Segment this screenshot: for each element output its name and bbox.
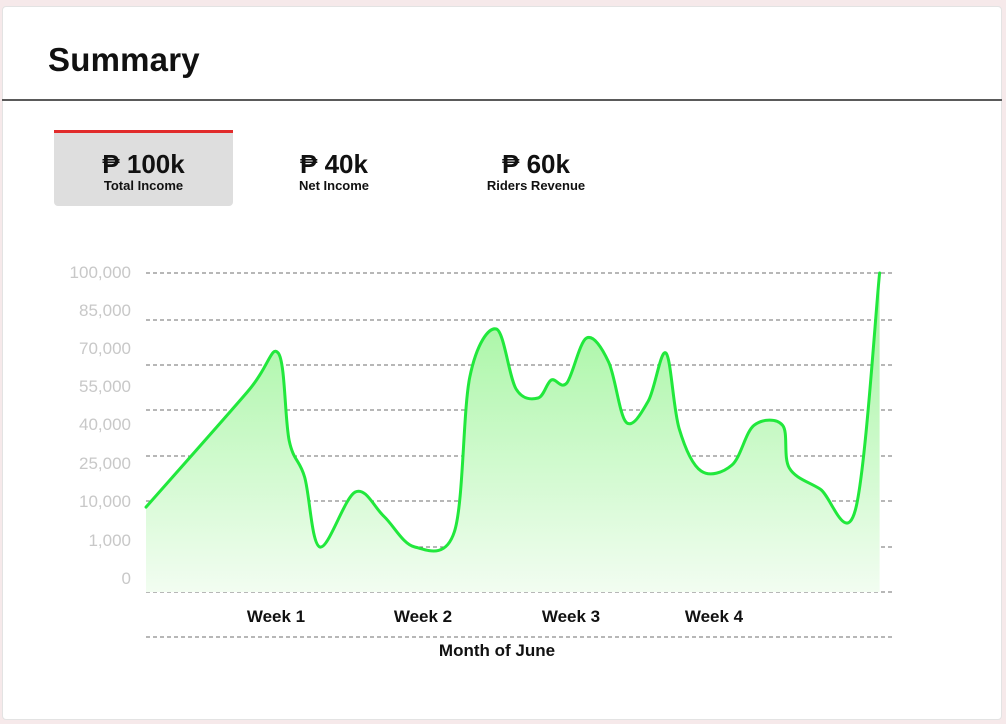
y-tick-label: 55,000 — [79, 377, 131, 396]
y-tick-label: 70,000 — [79, 339, 131, 358]
y-tick-label: 10,000 — [79, 492, 131, 511]
y-tick-label: 85,000 — [79, 301, 131, 320]
y-tick-label: 25,000 — [79, 454, 131, 473]
y-tick-label: 40,000 — [79, 415, 131, 434]
y-tick-label: 100,000 — [70, 263, 131, 282]
x-tick-label: Week 1 — [247, 607, 305, 626]
y-tick-label: 1,000 — [88, 531, 131, 550]
x-tick-label: Week 3 — [542, 607, 600, 626]
y-tick-label: 0 — [122, 569, 131, 588]
series-area — [146, 273, 880, 592]
x-axis-ticks: Week 1 Week 2 Week 3 Week 4 — [247, 607, 744, 626]
income-area-chart: 100,000 85,000 70,000 55,000 40,000 25,000 10,… — [70, 263, 895, 660]
x-tick-label: Week 4 — [685, 607, 744, 626]
y-axis-ticks: 100,000 85,000 70,000 55,000 40,000 25,000 10,… — [70, 263, 131, 588]
x-tick-label: Week 2 — [394, 607, 452, 626]
x-axis-label: Month of June — [439, 641, 555, 660]
